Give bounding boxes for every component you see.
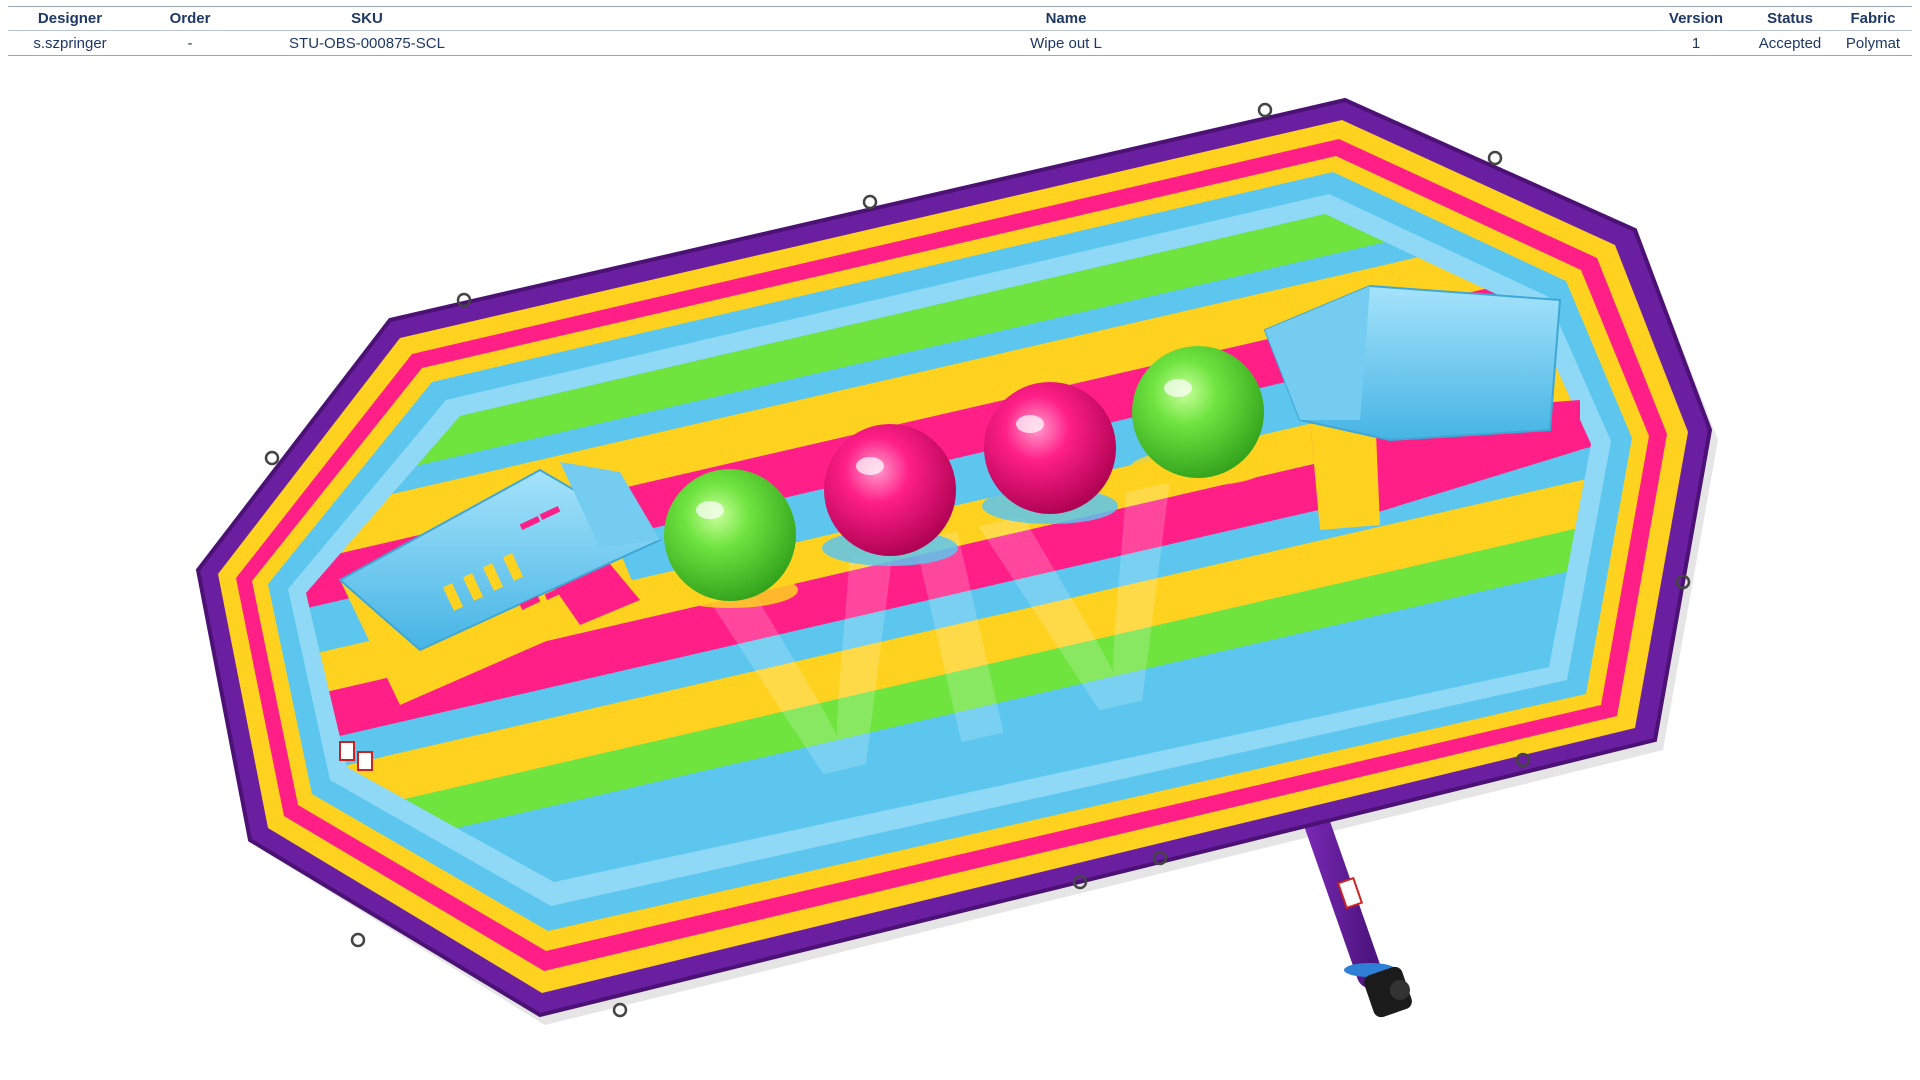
column-header-order: Order (169, 10, 211, 27)
column-header-version: Version (1668, 10, 1724, 27)
cell-fabric: Polymat (1845, 34, 1901, 52)
pink-ball (984, 382, 1116, 514)
blower-outlet (1390, 980, 1410, 1000)
cell-order: - (187, 34, 193, 52)
column-header-status: Status (1767, 10, 1813, 27)
anchor-ring-icon (1257, 102, 1273, 118)
cell-designer: s.szpringer (33, 34, 107, 52)
cell-version: 1 (1691, 34, 1701, 52)
column-header-designer: Designer (37, 10, 103, 27)
table-header-row: Designer Order SKU Name Version Status F… (8, 6, 1912, 31)
anchor-ring-icon (264, 450, 280, 466)
green-ball (1132, 346, 1264, 478)
table-row: s.szpringer - STU-OBS-000875-SCL Wipe ou… (8, 31, 1912, 56)
anchor-ring-icon (350, 932, 366, 948)
cell-status: Accepted (1758, 34, 1822, 52)
safety-label (357, 751, 373, 771)
column-header-name: Name (1045, 10, 1087, 27)
inflatable-obstacle-render: VIV (195, 97, 1718, 1025)
column-header-fabric: Fabric (1850, 10, 1896, 27)
cell-sku: STU-OBS-000875-SCL (289, 34, 445, 52)
anchor-ring-icon (1487, 150, 1503, 166)
column-header-sku: SKU (351, 10, 383, 27)
pink-ball (824, 424, 956, 556)
anchor-ring-icon (862, 194, 878, 210)
safety-label (339, 741, 355, 761)
product-spec-table: Designer Order SKU Name Version Status F… (8, 6, 1912, 56)
green-ball (664, 469, 796, 601)
cell-name: Wipe out L (1030, 34, 1102, 52)
